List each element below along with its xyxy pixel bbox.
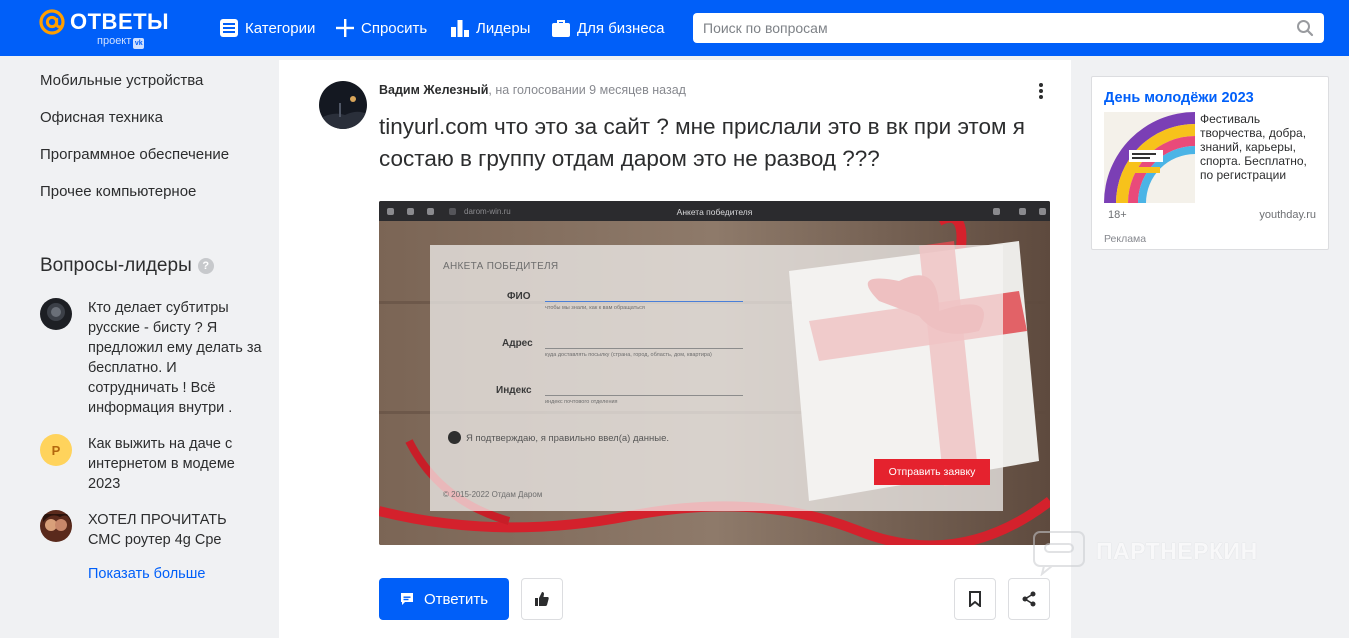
form-label-address: Адрес bbox=[502, 338, 533, 349]
leader-question-text: ХОТЕЛ ПРОЧИТАТЬ СМС роутер 4g Сре bbox=[88, 512, 227, 548]
sidebar-item-office[interactable]: Офисная техника bbox=[40, 109, 163, 126]
form-confirm-text: Я подтверждаю, я правильно ввел(а) данны… bbox=[466, 433, 670, 444]
ad-text: Фестиваль творчества, добра, знаний, кар… bbox=[1200, 112, 1307, 182]
more-options-icon[interactable] bbox=[1036, 82, 1046, 102]
show-more-link[interactable]: Показать больше bbox=[88, 566, 205, 582]
watermark: ПАРТНЕРКИН bbox=[1032, 530, 1302, 576]
help-icon[interactable]: ? bbox=[197, 258, 214, 274]
form-field-index bbox=[545, 395, 743, 396]
question-title: tinyurl.com что это за сайт ? мне присла… bbox=[379, 114, 1025, 171]
share-button[interactable] bbox=[1008, 578, 1050, 620]
ad-banner[interactable]: День молодёжи 2023 Фестиваль творчества,… bbox=[1091, 76, 1329, 250]
answer-button[interactable]: Ответить bbox=[379, 578, 509, 620]
top-header: ОТВЕТЫ проект vk Категории Спросить Лидер… bbox=[0, 0, 1349, 56]
ad-image[interactable] bbox=[1104, 112, 1195, 203]
share-icon bbox=[1022, 591, 1036, 607]
at-logo-icon bbox=[39, 9, 65, 35]
form-hint-index: индекс почтового отделения bbox=[545, 399, 618, 405]
form-label-name: ФИО bbox=[507, 291, 531, 302]
watermark-text: ПАРТНЕРКИН bbox=[1096, 538, 1258, 564]
leaders-heading-text: Вопросы-лидеры bbox=[40, 255, 192, 276]
sidebar-item-mobile[interactable]: Мобильные устройства bbox=[40, 72, 203, 89]
ad-domain[interactable]: youthday.ru bbox=[1259, 209, 1316, 221]
search-icon[interactable] bbox=[1296, 19, 1314, 37]
leader-question-3[interactable]: ХОТЕЛ ПРОЧИТАТЬ СМС роутер 4g Сре bbox=[40, 510, 270, 554]
avatar bbox=[40, 510, 72, 542]
search-box bbox=[693, 13, 1324, 43]
nav-ask-label: Спросить bbox=[361, 19, 428, 37]
leader-question-text: Как выжить на даче с интернетом в модеме… bbox=[88, 436, 235, 492]
avatar: Р bbox=[40, 434, 72, 466]
form-heading: АНКЕТА ПОБЕДИТЕЛЯ bbox=[443, 261, 559, 272]
thumbs-up-icon bbox=[535, 592, 549, 606]
ad-age-rating: 18+ bbox=[1108, 209, 1127, 221]
ad-label: Реклама bbox=[1104, 233, 1147, 245]
nav-business[interactable]: Для бизнеса bbox=[551, 14, 665, 42]
watermark-logo-icon bbox=[1033, 531, 1085, 576]
leader-question-1[interactable]: Кто делает субтитры русские - бисту ? Я … bbox=[40, 298, 270, 422]
avatar-letter: Р bbox=[51, 442, 61, 458]
nav-categories-label: Категории bbox=[245, 19, 316, 37]
bookmark-icon bbox=[969, 591, 981, 607]
browser-toolbar: darom-win.ru Анкета победителя bbox=[379, 201, 1050, 221]
leader-question-text: Кто делает субтитры русские - бисту ? Я … bbox=[88, 300, 262, 416]
plus-icon bbox=[336, 19, 354, 37]
nav-leaders[interactable]: Лидеры bbox=[450, 14, 530, 42]
sidebar-item-other-computer[interactable]: Прочее компьютерное bbox=[40, 183, 196, 200]
answer-button-label: Ответить bbox=[423, 590, 489, 608]
bookmark-button[interactable] bbox=[954, 578, 996, 620]
form-hint-name: чтобы мы знали, как к вам обращаться bbox=[545, 305, 645, 311]
form-field-address bbox=[545, 348, 743, 349]
ad-title[interactable]: День молодёжи 2023 bbox=[1104, 90, 1254, 106]
author-name[interactable]: Вадим Железный bbox=[379, 83, 488, 97]
like-button[interactable] bbox=[521, 578, 563, 620]
avatar bbox=[40, 298, 72, 330]
logo-subtitle: проект vk bbox=[97, 35, 145, 49]
search-input[interactable] bbox=[703, 20, 1296, 36]
nav-ask[interactable]: Спросить bbox=[335, 14, 427, 42]
leader-question-2[interactable]: Р Как выжить на даче с интернетом в моде… bbox=[40, 434, 270, 498]
form-copyright: © 2015-2022 Отдам Даром bbox=[443, 490, 543, 499]
categories-icon bbox=[220, 19, 238, 37]
nav-business-label: Для бизнеса bbox=[577, 19, 665, 37]
question-attachment-image[interactable]: darom-win.ru Анкета победителя АНКЕТА ПО… bbox=[379, 201, 1050, 545]
form-field-name bbox=[545, 301, 743, 302]
sidebar-item-software[interactable]: Программное обеспечение bbox=[40, 146, 229, 163]
leaders-icon bbox=[451, 20, 469, 37]
form-label-index: Индекс bbox=[496, 385, 532, 396]
form-hint-address: куда доставлять посылку (страна, город, … bbox=[545, 352, 712, 358]
form-confirm: Я подтверждаю, я правильно ввел(а) данны… bbox=[448, 431, 669, 444]
nav-leaders-label: Лидеры bbox=[476, 19, 531, 37]
question-meta: Вадим Железный, на голосовании 9 месяцев… bbox=[379, 83, 686, 97]
briefcase-icon bbox=[552, 20, 570, 37]
logo-subtitle-text: проект bbox=[97, 35, 132, 47]
comment-icon bbox=[400, 593, 413, 605]
leaders-heading: Вопросы-лидеры? bbox=[40, 255, 214, 277]
author-avatar[interactable] bbox=[319, 81, 367, 129]
vk-badge-icon: vk bbox=[133, 38, 145, 49]
question-card: Вадим Железный, на голосовании 9 месяцев… bbox=[279, 60, 1071, 638]
form-submit-button: Отправить заявку bbox=[874, 459, 990, 485]
question-status-time: , на голосовании 9 месяцев назад bbox=[488, 83, 686, 97]
check-icon bbox=[448, 431, 461, 444]
logo-text: ОТВЕТЫ bbox=[70, 9, 170, 34]
nav-categories[interactable]: Категории bbox=[219, 14, 315, 42]
browser-tab-title: Анкета победителя bbox=[676, 207, 753, 217]
